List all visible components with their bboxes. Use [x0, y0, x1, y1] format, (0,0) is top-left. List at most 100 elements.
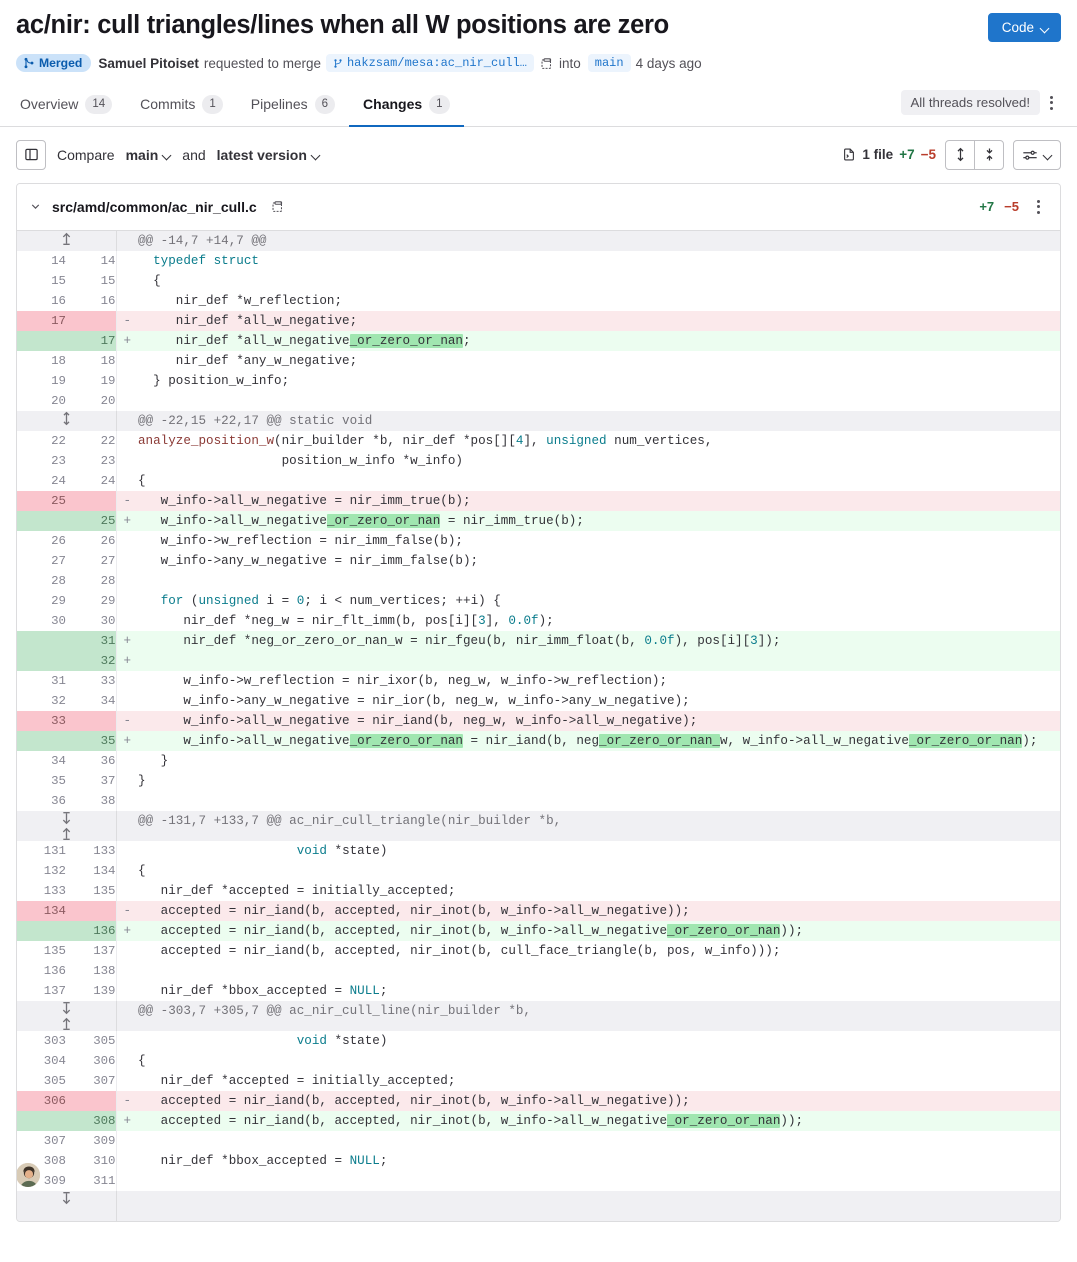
more-actions-icon[interactable] — [1042, 89, 1061, 117]
new-line-number[interactable]: 305 — [66, 1031, 116, 1051]
diff-code-cell[interactable]: nir_def *any_w_negative; — [138, 351, 1060, 371]
new-line-number[interactable]: 14 — [66, 251, 116, 271]
old-line-number[interactable] — [17, 331, 66, 351]
diff-code-cell[interactable]: } — [138, 771, 1060, 791]
old-line-number[interactable]: 306 — [17, 1091, 66, 1111]
diff-code-cell[interactable]: w_info->w_reflection = nir_ixor(b, neg_w… — [138, 671, 1060, 691]
diff-code-cell[interactable]: typedef struct — [138, 251, 1060, 271]
old-line-number[interactable] — [17, 921, 66, 941]
new-line-number[interactable] — [66, 901, 116, 921]
diff-code-cell[interactable]: void *state) — [138, 1031, 1060, 1051]
old-line-number[interactable]: 24 — [17, 471, 66, 491]
expand-updown-button[interactable] — [17, 1001, 116, 1031]
new-line-number[interactable]: 135 — [66, 881, 116, 901]
old-line-number[interactable]: 19 — [17, 371, 66, 391]
old-line-number[interactable]: 135 — [17, 941, 66, 961]
new-line-number[interactable]: 308 — [66, 1111, 116, 1131]
new-line-number[interactable]: 310 — [66, 1151, 116, 1171]
diff-code-cell[interactable]: w_info->all_w_negative = nir_imm_true(b)… — [138, 491, 1060, 511]
old-line-number[interactable] — [17, 651, 66, 671]
old-line-number[interactable]: 34 — [17, 751, 66, 771]
old-line-number[interactable]: 17 — [17, 311, 66, 331]
new-line-number[interactable]: 30 — [66, 611, 116, 631]
diff-code-cell[interactable]: position_w_info *w_info) — [138, 451, 1060, 471]
new-line-number[interactable]: 32 — [66, 651, 116, 671]
diff-code-cell[interactable]: void *state) — [138, 841, 1060, 861]
old-line-number[interactable]: 29 — [17, 591, 66, 611]
source-branch-chip[interactable]: hakzsam/mesa:ac_nir_cull… — [326, 54, 534, 72]
old-line-number[interactable]: 16 — [17, 291, 66, 311]
old-line-number[interactable]: 131 — [17, 841, 66, 861]
expand-up-button[interactable] — [17, 231, 116, 251]
diff-code-cell[interactable]: nir_def *accepted = initially_accepted; — [138, 881, 1060, 901]
old-line-number[interactable]: 132 — [17, 861, 66, 881]
new-line-number[interactable]: 16 — [66, 291, 116, 311]
diff-code-cell[interactable] — [138, 571, 1060, 591]
new-line-number[interactable]: 36 — [66, 751, 116, 771]
old-line-number[interactable]: 136 — [17, 961, 66, 981]
diff-code-cell[interactable]: nir_def *neg_w = nir_flt_imm(b, pos[i][3… — [138, 611, 1060, 631]
expand-all-button[interactable] — [945, 140, 975, 170]
old-line-number[interactable]: 25 — [17, 491, 66, 511]
new-line-number[interactable]: 33 — [66, 671, 116, 691]
old-line-number[interactable]: 133 — [17, 881, 66, 901]
tab-pipelines[interactable]: Pipelines 6 — [237, 88, 349, 127]
old-line-number[interactable]: 30 — [17, 611, 66, 631]
diff-code-cell[interactable]: nir_def *accepted = initially_accepted; — [138, 1071, 1060, 1091]
old-line-number[interactable]: 134 — [17, 901, 66, 921]
old-line-number[interactable]: 309 — [17, 1171, 66, 1191]
old-line-number[interactable]: 18 — [17, 351, 66, 371]
new-line-number[interactable]: 27 — [66, 551, 116, 571]
new-line-number[interactable]: 17 — [66, 331, 116, 351]
old-line-number[interactable]: 23 — [17, 451, 66, 471]
new-line-number[interactable]: 138 — [66, 961, 116, 981]
new-line-number[interactable]: 306 — [66, 1051, 116, 1071]
old-line-number[interactable]: 304 — [17, 1051, 66, 1071]
diff-code-cell[interactable]: nir_def *w_reflection; — [138, 291, 1060, 311]
new-line-number[interactable]: 139 — [66, 981, 116, 1001]
diff-code-cell[interactable]: for (unsigned i = 0; i < num_vertices; +… — [138, 591, 1060, 611]
old-line-number[interactable]: 22 — [17, 431, 66, 451]
diff-code-cell[interactable] — [138, 391, 1060, 411]
old-line-number[interactable]: 31 — [17, 671, 66, 691]
target-branch-chip[interactable]: main — [588, 54, 631, 72]
copy-branch-icon[interactable] — [540, 57, 553, 70]
old-line-number[interactable]: 15 — [17, 271, 66, 291]
new-line-number[interactable]: 18 — [66, 351, 116, 371]
file-tree-toggle-button[interactable] — [16, 140, 46, 170]
new-line-number[interactable]: 307 — [66, 1071, 116, 1091]
diff-code-cell[interactable]: accepted = nir_iand(b, accepted, nir_ino… — [138, 1111, 1060, 1131]
diff-code-cell[interactable] — [138, 791, 1060, 811]
old-line-number[interactable]: 305 — [17, 1071, 66, 1091]
diff-code-cell[interactable]: { — [138, 471, 1060, 491]
diff-code-cell[interactable] — [138, 961, 1060, 981]
diff-code-cell[interactable]: { — [138, 861, 1060, 881]
file-options-icon[interactable] — [1029, 193, 1048, 221]
head-version-dropdown[interactable]: latest version — [217, 147, 320, 163]
collapse-file-icon[interactable] — [29, 200, 42, 213]
diff-code-cell[interactable]: } — [138, 751, 1060, 771]
base-version-dropdown[interactable]: main — [126, 147, 172, 163]
tab-changes[interactable]: Changes 1 — [349, 88, 464, 127]
old-line-number[interactable]: 14 — [17, 251, 66, 271]
new-line-number[interactable]: 28 — [66, 571, 116, 591]
old-line-number[interactable] — [17, 631, 66, 651]
diff-code-cell[interactable]: w_info->any_w_negative = nir_imm_false(b… — [138, 551, 1060, 571]
new-line-number[interactable]: 26 — [66, 531, 116, 551]
old-line-number[interactable] — [17, 731, 66, 751]
diff-code-cell[interactable] — [138, 651, 1060, 671]
diff-code-cell[interactable]: w_info->all_w_negative_or_zero_or_nan = … — [138, 511, 1060, 531]
new-line-number[interactable]: 20 — [66, 391, 116, 411]
new-line-number[interactable]: 37 — [66, 771, 116, 791]
diff-code-cell[interactable]: nir_def *all_w_negative_or_zero_or_nan; — [138, 331, 1060, 351]
old-line-number[interactable]: 33 — [17, 711, 66, 731]
new-line-number[interactable]: 34 — [66, 691, 116, 711]
diff-code-cell[interactable]: { — [138, 271, 1060, 291]
diff-code-cell[interactable] — [138, 1171, 1060, 1191]
new-line-number[interactable] — [66, 1091, 116, 1111]
diff-code-cell[interactable]: nir_def *bbox_accepted = NULL; — [138, 981, 1060, 1001]
expand-updown-button[interactable] — [17, 811, 116, 841]
old-line-number[interactable]: 28 — [17, 571, 66, 591]
new-line-number[interactable]: 38 — [66, 791, 116, 811]
diff-code-cell[interactable]: nir_def *neg_or_zero_or_nan_w = nir_fgeu… — [138, 631, 1060, 651]
